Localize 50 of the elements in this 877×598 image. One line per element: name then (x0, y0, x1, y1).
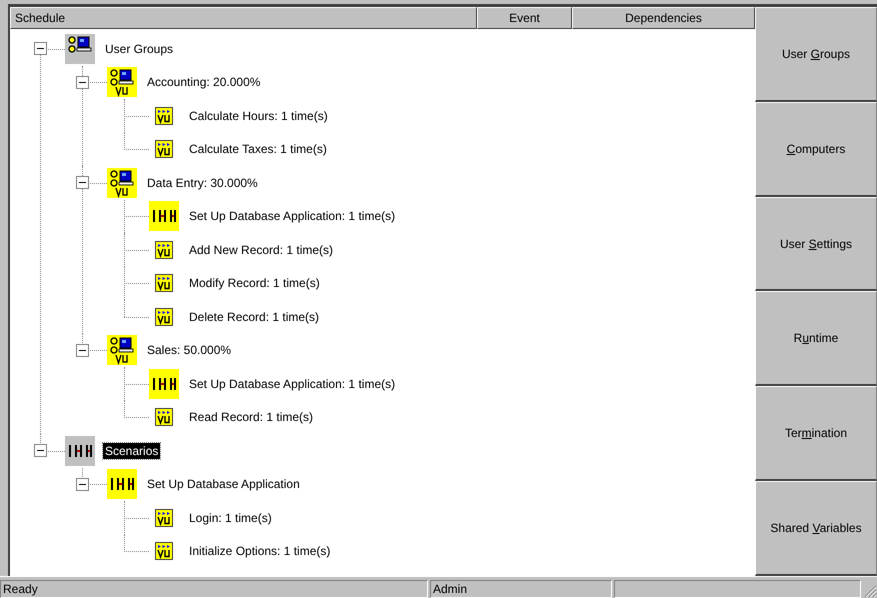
side-button[interactable]: Shared Variables (755, 481, 877, 576)
script-icon (155, 274, 173, 292)
script-icon (155, 106, 173, 125)
bars-icon (149, 201, 179, 232)
collapse-toggle[interactable] (34, 444, 47, 458)
bars-icon (149, 368, 179, 399)
users-computer-icon (65, 34, 95, 64)
tree-item[interactable]: Set Up Database Application (145, 476, 302, 492)
side-button[interactable]: User Settings (755, 196, 877, 292)
side-button[interactable]: Termination (755, 386, 877, 482)
tree-item[interactable]: Login: 1 time(s) (187, 510, 274, 526)
status-panel: Ready (0, 580, 428, 598)
script-icon (155, 308, 173, 326)
bars-icon (65, 436, 95, 466)
tree-item[interactable]: Set Up Database Application: 1 time(s) (187, 376, 398, 392)
tree-item[interactable]: Accounting: 20.000% (145, 74, 262, 90)
side-button[interactable]: User Groups (755, 7, 877, 102)
script-icon (155, 408, 173, 426)
script-icon (155, 508, 173, 527)
tree-item[interactable]: Data Entry: 30.000% (145, 174, 260, 191)
tree-item[interactable]: Delete Record: 1 time(s) (187, 308, 322, 325)
users-computer-icon (107, 168, 137, 198)
tree-item[interactable]: Calculate Taxes: 1 time(s) (187, 141, 329, 158)
tree-item[interactable]: Scenarios (103, 442, 160, 459)
tree-item[interactable]: Add New Record: 1 time(s) (187, 242, 336, 258)
tree-item[interactable]: User Groups (103, 40, 176, 57)
column-header[interactable]: Schedule (10, 7, 477, 29)
tree-item[interactable]: Sales: 50.000% (145, 342, 234, 358)
script-icon (155, 240, 173, 259)
bars-icon (107, 469, 137, 500)
side-button[interactable]: Runtime (755, 291, 877, 386)
collapse-toggle[interactable] (76, 76, 89, 89)
collapse-toggle[interactable] (76, 176, 89, 190)
status-panel: Admin (430, 580, 612, 598)
users-computer-icon (107, 67, 137, 98)
tree-item[interactable]: Initialize Options: 1 time(s) (187, 543, 332, 560)
side-button[interactable]: Computers (755, 102, 877, 197)
collapse-toggle[interactable] (34, 42, 47, 56)
tree-item[interactable]: Modify Record: 1 time(s) (187, 275, 322, 292)
column-header[interactable]: Event (477, 7, 572, 29)
collapse-toggle[interactable] (76, 344, 89, 357)
tree-item[interactable]: Read Record: 1 time(s) (187, 409, 316, 426)
tree-item[interactable]: Calculate Hours: 1 time(s) (187, 108, 330, 124)
resize-grip-icon (863, 584, 877, 598)
script-icon (155, 140, 173, 158)
collapse-toggle[interactable] (76, 478, 89, 491)
users-computer-icon (107, 335, 137, 366)
column-header[interactable]: Dependencies (572, 7, 755, 29)
script-icon (155, 542, 173, 560)
tree-item[interactable]: Set Up Database Application: 1 time(s) (187, 208, 398, 224)
